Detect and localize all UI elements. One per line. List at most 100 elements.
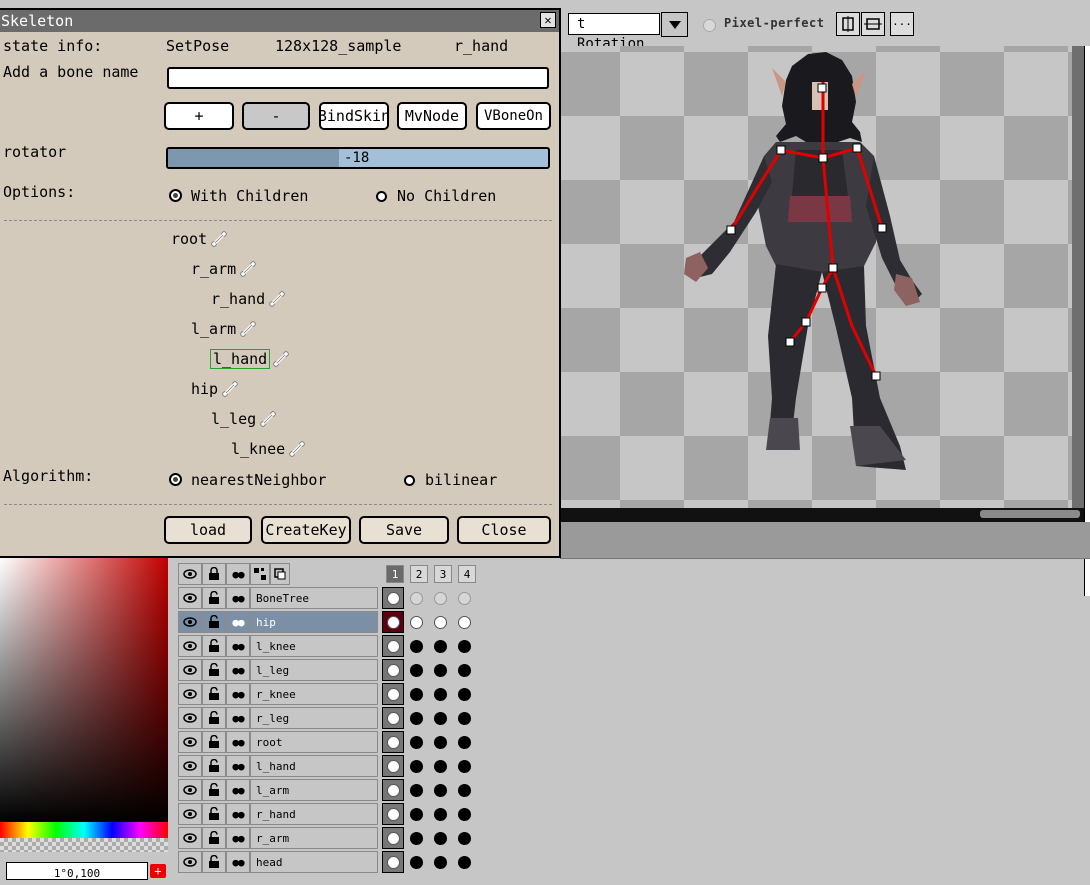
layer-row[interactable]: ●● l_hand xyxy=(176,754,478,778)
frame-header-1[interactable]: 1 xyxy=(386,565,404,583)
cel[interactable] xyxy=(428,587,452,609)
cel[interactable] xyxy=(404,731,428,753)
layer-row[interactable]: ●● head xyxy=(176,850,478,874)
cel[interactable] xyxy=(404,851,428,873)
with-children-radio[interactable] xyxy=(169,189,182,202)
eye-icon[interactable] xyxy=(178,635,202,657)
cel[interactable] xyxy=(382,611,404,633)
horizontal-scrollbar-thumb[interactable] xyxy=(980,510,1080,518)
continuous-icon[interactable]: ●● xyxy=(226,587,250,609)
eye-icon[interactable] xyxy=(178,755,202,777)
cel[interactable] xyxy=(382,587,404,609)
save-button[interactable]: Save xyxy=(359,516,449,544)
no-children-label[interactable]: No Children xyxy=(397,187,496,205)
unlock-icon[interactable] xyxy=(202,683,226,705)
eye-icon[interactable] xyxy=(178,659,202,681)
cel[interactable] xyxy=(404,683,428,705)
unlock-icon[interactable] xyxy=(202,587,226,609)
cel[interactable] xyxy=(404,587,428,609)
cel[interactable] xyxy=(404,803,428,825)
no-children-radio[interactable] xyxy=(376,191,387,202)
layer-row[interactable]: ●● hip xyxy=(176,610,478,634)
cel[interactable] xyxy=(404,755,428,777)
layer-name[interactable]: l_knee xyxy=(250,635,378,657)
rotator-slider[interactable]: -18 xyxy=(166,147,550,169)
frame-header-3[interactable]: 3 xyxy=(434,565,452,583)
cel[interactable] xyxy=(452,827,476,849)
cel[interactable] xyxy=(382,755,404,777)
continuous-icon[interactable]: ●● xyxy=(226,827,250,849)
layer-row[interactable]: ●● l_arm xyxy=(176,778,478,802)
cel[interactable] xyxy=(428,683,452,705)
eye-icon[interactable] xyxy=(178,851,202,873)
bone-tree-item[interactable]: l_knee xyxy=(231,440,305,458)
cel[interactable] xyxy=(452,683,476,705)
eye-icon[interactable] xyxy=(178,827,202,849)
bone-tree-item[interactable]: r_hand xyxy=(211,290,285,308)
bone-tree-item[interactable]: l_arm xyxy=(191,320,256,338)
layer-row[interactable]: ●● l_leg xyxy=(176,658,478,682)
layer-row[interactable]: ●● l_knee xyxy=(176,634,478,658)
bone-tree-item[interactable]: root xyxy=(171,230,227,248)
bone-tree-item[interactable]: l_leg xyxy=(211,410,276,428)
close-button[interactable]: Close xyxy=(457,516,551,544)
cel[interactable] xyxy=(452,803,476,825)
with-children-label[interactable]: With Children xyxy=(191,187,308,205)
cel[interactable] xyxy=(382,851,404,873)
cel[interactable] xyxy=(452,755,476,777)
cel[interactable] xyxy=(428,731,452,753)
cel[interactable] xyxy=(428,755,452,777)
move-node-button[interactable]: MvNode xyxy=(397,102,467,130)
dropdown-arrow-icon[interactable] xyxy=(661,12,688,37)
layer-row[interactable]: ●● root xyxy=(176,730,478,754)
bone-name-input[interactable] xyxy=(167,67,549,89)
unlock-icon[interactable] xyxy=(202,635,226,657)
unlock-icon[interactable] xyxy=(202,611,226,633)
bone-tree-item[interactable]: hip xyxy=(191,380,238,398)
unlock-icon[interactable] xyxy=(202,803,226,825)
layer-name[interactable]: r_arm xyxy=(250,827,378,849)
cel[interactable] xyxy=(382,779,404,801)
cel[interactable] xyxy=(428,635,452,657)
vbone-on-button[interactable]: VBoneOn xyxy=(476,102,551,130)
continuous-icon[interactable]: ●● xyxy=(226,683,250,705)
cel[interactable] xyxy=(428,803,452,825)
cel[interactable] xyxy=(428,611,452,633)
unlock-icon[interactable] xyxy=(202,827,226,849)
color-saturation-value-picker[interactable] xyxy=(0,558,168,822)
cel[interactable] xyxy=(452,707,476,729)
new-group-icon[interactable] xyxy=(250,563,270,585)
bilinear-label[interactable]: bilinear xyxy=(425,471,497,489)
bind-skin-button[interactable]: BindSkin xyxy=(318,102,390,130)
layer-name[interactable]: l_leg xyxy=(250,659,378,681)
continuous-icon[interactable]: ●● xyxy=(226,707,250,729)
cel[interactable] xyxy=(452,659,476,681)
pixel-perfect-toggle[interactable] xyxy=(703,19,716,32)
flip-vertical-icon[interactable] xyxy=(861,12,885,36)
layer-name[interactable]: r_knee xyxy=(250,683,378,705)
cel[interactable] xyxy=(382,731,404,753)
cel[interactable] xyxy=(404,635,428,657)
continuous-icon[interactable]: ●● xyxy=(226,635,250,657)
more-options-button[interactable]: ··· xyxy=(890,12,914,36)
new-layer-icon[interactable] xyxy=(270,563,290,585)
unlock-icon[interactable] xyxy=(202,779,226,801)
remove-bone-button[interactable]: - xyxy=(242,102,310,130)
unlock-icon[interactable] xyxy=(202,731,226,753)
vertical-scrollbar[interactable] xyxy=(1084,46,1090,596)
create-key-button[interactable]: CreateKey xyxy=(261,516,351,544)
alpha-slider[interactable] xyxy=(0,838,168,852)
frame-header-4[interactable]: 4 xyxy=(458,565,476,583)
layer-name[interactable]: l_arm xyxy=(250,779,378,801)
cel[interactable] xyxy=(382,707,404,729)
eye-icon[interactable] xyxy=(178,707,202,729)
continuous-icon[interactable]: ●● xyxy=(226,731,250,753)
unlock-icon[interactable] xyxy=(202,707,226,729)
cel[interactable] xyxy=(428,707,452,729)
cel[interactable] xyxy=(452,635,476,657)
cel[interactable] xyxy=(452,779,476,801)
dialog-title[interactable]: Skeleton xyxy=(0,10,559,32)
continuous-icon[interactable]: ●● xyxy=(226,851,250,873)
bone-tree-item[interactable]: l_hand xyxy=(209,349,289,369)
cel[interactable] xyxy=(428,779,452,801)
